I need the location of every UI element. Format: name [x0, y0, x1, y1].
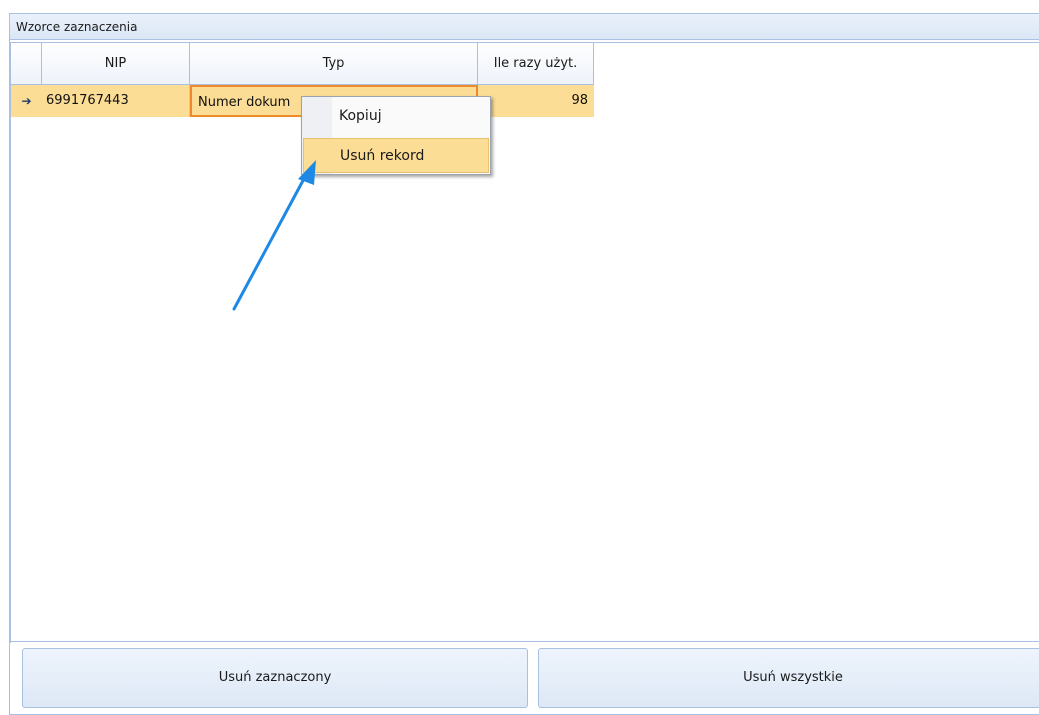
- menu-item-copy[interactable]: Kopiuj: [303, 99, 489, 134]
- patterns-grid: NIP Typ Ile razy użyt. ➔ 6991767443 Nume…: [10, 42, 1039, 643]
- context-menu: Kopiuj Usuń rekord: [301, 96, 491, 175]
- cell-count[interactable]: 98: [478, 85, 594, 117]
- delete-selected-button[interactable]: Usuń zaznaczony: [22, 648, 528, 708]
- column-header-nip[interactable]: NIP: [42, 43, 190, 85]
- menu-item-delete-record[interactable]: Usuń rekord: [303, 138, 489, 173]
- delete-all-button[interactable]: Usuń wszystkie: [538, 648, 1039, 708]
- row-indicator-icon: ➔: [21, 94, 32, 108]
- cell-nip[interactable]: 6991767443: [42, 85, 190, 117]
- row-indicator-header: [11, 43, 42, 85]
- grid-divider: [10, 641, 1039, 642]
- column-header-count[interactable]: Ile razy użyt.: [478, 43, 594, 85]
- column-header-typ[interactable]: Typ: [190, 43, 478, 85]
- panel-title: Wzorce zaznaczenia: [10, 14, 1039, 40]
